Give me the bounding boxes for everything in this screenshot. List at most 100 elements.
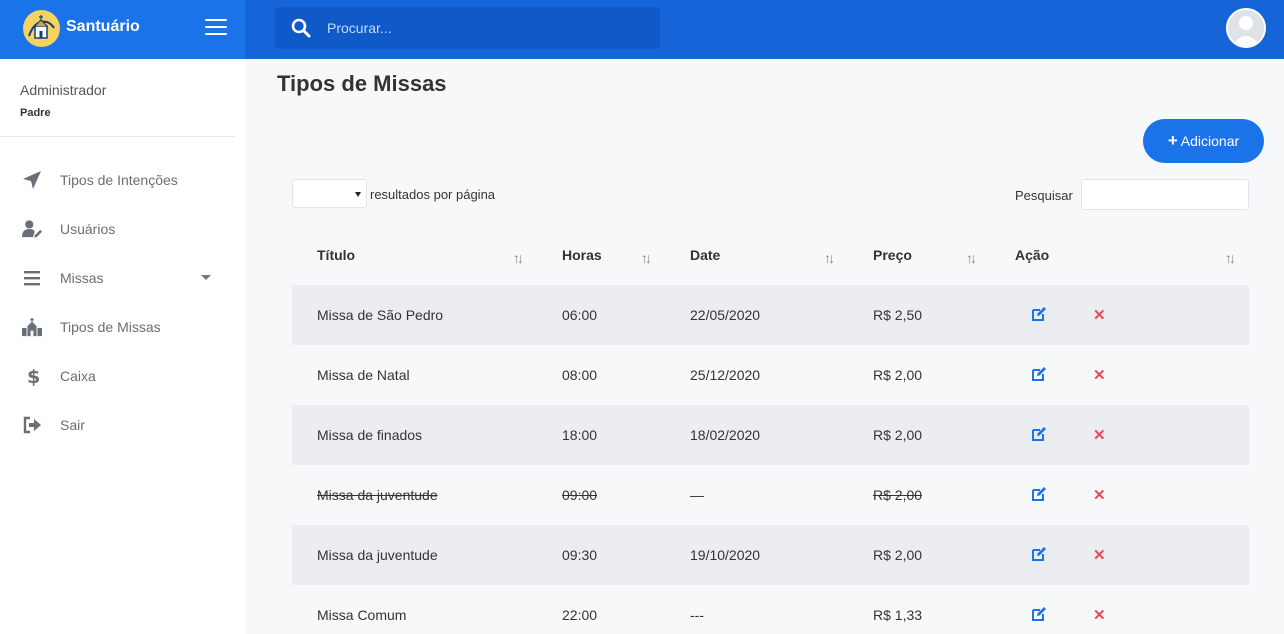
sign-out-icon: [23, 416, 41, 434]
cell-titulo: Missa de finados: [292, 405, 537, 465]
sidebar-item-sair[interactable]: Sair: [0, 405, 235, 445]
paper-plane-icon: [23, 171, 41, 189]
sidebar-item-label: Tipos de Missas: [60, 319, 161, 335]
cell-preco: R$ 2,00: [848, 405, 990, 465]
column-header-acao[interactable]: Ação ↑↓: [990, 225, 1249, 285]
table-row: Missa de Natal 08:00 25/12/2020 R$ 2,00 ✕: [292, 345, 1249, 405]
edit-icon[interactable]: [1031, 606, 1047, 625]
cell-titulo: Missa Comum: [292, 585, 537, 634]
delete-icon[interactable]: ✕: [1093, 366, 1106, 384]
menu-toggle-icon[interactable]: [205, 19, 227, 37]
sidebar-item-usuarios[interactable]: Usuários: [0, 209, 235, 249]
bars-icon: [24, 271, 40, 286]
svg-text:$: $: [27, 366, 40, 386]
page-title: Tipos de Missas: [277, 71, 447, 96]
edit-icon[interactable]: [1031, 366, 1047, 385]
cell-horas: 18:00: [537, 405, 665, 465]
santuario-logo: [23, 10, 60, 47]
cell-preco: R$ 2,50: [848, 285, 990, 345]
table-search-input[interactable]: [1081, 179, 1249, 210]
sidebar-item-tipos-de-intencoes[interactable]: Tipos de Intenções: [0, 160, 235, 200]
sidebar-item-missas[interactable]: Missas: [0, 258, 235, 298]
brand-name: Santuário: [66, 18, 140, 35]
cell-preco: R$ 2,00: [848, 345, 990, 405]
cell-preco: R$ 1,33: [848, 585, 990, 634]
cell-date: 25/12/2020: [665, 345, 848, 405]
delete-icon[interactable]: ✕: [1093, 546, 1106, 564]
sidebar-item-tipos-de-missas[interactable]: Tipos de Missas: [0, 307, 235, 347]
top-bar: Santuário: [0, 0, 1284, 59]
column-header-horas[interactable]: Horas ↑↓: [537, 225, 665, 285]
cell-titulo: Missa da juventude: [292, 525, 537, 585]
cell-date: 18/02/2020: [665, 405, 848, 465]
cell-acao: ✕: [990, 585, 1249, 634]
per-page-label: resultados por página: [370, 187, 496, 202]
plus-icon: +: [1167, 131, 1178, 150]
brand-area: Santuário: [0, 0, 245, 59]
cell-titulo: Missa de Natal: [292, 345, 537, 405]
sidebar-item-label: Sair: [60, 417, 85, 433]
table-row: Missa de São Pedro 06:00 22/05/2020 R$ 2,50…: [292, 285, 1249, 345]
cell-date: ---: [665, 585, 848, 634]
user-avatar[interactable]: [1226, 8, 1266, 48]
column-header-titulo[interactable]: Título ↑↓: [292, 225, 537, 285]
sort-icon[interactable]: ↑↓: [966, 250, 977, 266]
dollar-icon: $: [27, 366, 40, 386]
search-icon: [291, 18, 311, 38]
cell-date: 19/10/2020: [665, 525, 848, 585]
sidebar-item-label: Usuários: [60, 221, 116, 237]
cell-acao: ✕: [990, 285, 1249, 345]
cell-preco: R$ 2,00: [848, 525, 990, 585]
column-header-date[interactable]: Date ↑↓: [665, 225, 848, 285]
edit-icon[interactable]: [1031, 306, 1047, 325]
table-row: Missa da juventude 09:30 19/10/2020 R$ 2,00…: [292, 525, 1249, 585]
table-header-row: Título ↑↓ Horas ↑↓ Date ↑↓ Preço ↑↓ Ação…: [292, 225, 1249, 285]
chevron-down-icon: [201, 275, 211, 280]
add-button[interactable]: + Adicionar: [1143, 119, 1264, 163]
caret-down-icon: [355, 192, 361, 197]
edit-icon[interactable]: [1031, 546, 1047, 565]
edit-icon[interactable]: [1031, 426, 1047, 445]
table-search-label: Pesquisar: [1015, 188, 1073, 203]
sidebar: Administrador Padre Tipos de Intenções U…: [0, 59, 245, 634]
cell-horas: 09:00: [537, 465, 665, 525]
delete-icon[interactable]: ✕: [1093, 486, 1106, 504]
delete-icon[interactable]: ✕: [1093, 426, 1106, 444]
cell-horas: 08:00: [537, 345, 665, 405]
cell-acao: ✕: [990, 405, 1249, 465]
sidebar-divider: [0, 136, 235, 137]
cell-date: —: [665, 465, 848, 525]
sort-icon[interactable]: ↑↓: [824, 250, 835, 266]
search-input[interactable]: [327, 18, 647, 38]
add-button-label: Adicionar: [1180, 133, 1240, 149]
cell-date: 22/05/2020: [665, 285, 848, 345]
sort-icon[interactable]: ↑↓: [1225, 250, 1236, 266]
cell-acao: ✕: [990, 465, 1249, 525]
sort-icon[interactable]: ↑↓: [641, 250, 652, 266]
column-header-preco[interactable]: Preço ↑↓: [848, 225, 990, 285]
edit-icon[interactable]: [1031, 486, 1047, 505]
table-row: Missa Comum 22:00 --- R$ 1,33 ✕: [292, 585, 1249, 634]
table-row: Missa da juventude 09:00— R$ 2,00 ✕: [292, 465, 1249, 525]
user-edit-icon: [22, 220, 42, 238]
search-box: [275, 7, 660, 49]
sidebar-item-label: Tipos de Intenções: [60, 172, 178, 188]
cell-horas: 22:00: [537, 585, 665, 634]
user-name: Padre: [20, 107, 51, 119]
sort-icon[interactable]: ↑↓: [513, 250, 524, 266]
user-role: Administrador: [20, 82, 107, 98]
delete-icon[interactable]: ✕: [1093, 606, 1106, 624]
sidebar-item-label: Missas: [60, 270, 104, 286]
church-icon: [22, 317, 42, 337]
cell-acao: ✕: [990, 525, 1249, 585]
per-page-select[interactable]: [292, 179, 367, 208]
cell-titulo: Missa da juventude: [292, 465, 537, 525]
cell-acao: ✕: [990, 345, 1249, 405]
delete-icon[interactable]: ✕: [1093, 306, 1106, 324]
cell-titulo: Missa de São Pedro: [292, 285, 537, 345]
table-row: Missa de finados 18:00 18/02/2020 R$ 2,00 ✕: [292, 405, 1249, 465]
cell-preco: R$ 2,00: [848, 465, 990, 525]
cell-horas: 09:30: [537, 525, 665, 585]
sidebar-item-caixa[interactable]: $ Caixa: [0, 356, 235, 396]
mass-types-table: Título ↑↓ Horas ↑↓ Date ↑↓ Preço ↑↓ Ação…: [292, 225, 1249, 634]
